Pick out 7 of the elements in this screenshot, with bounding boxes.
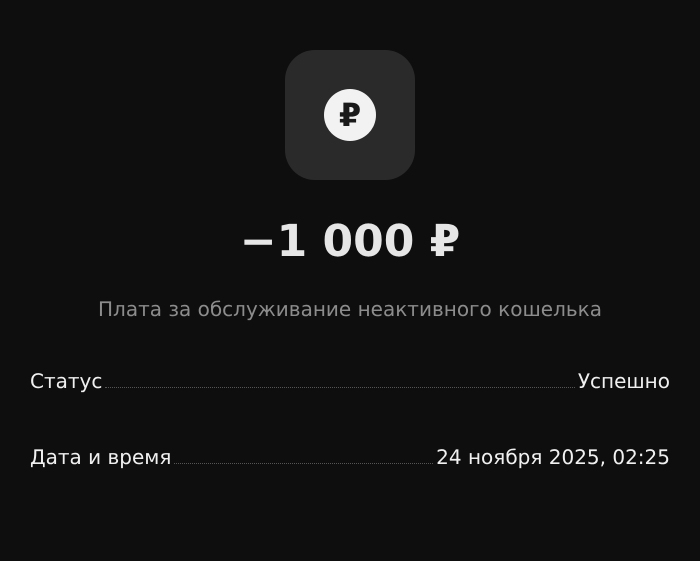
amount: −1 000 ₽ [240, 216, 460, 268]
ruble-coin-icon: ₽ [324, 89, 376, 141]
detail-value: 24 ноября 2025, 02:25 [436, 444, 670, 470]
detail-label: Статус [30, 368, 102, 394]
detail-label: Дата и время [30, 444, 172, 470]
description: Плата за обслуживание неактивного кошелька [98, 296, 602, 322]
detail-value: Успешно [578, 368, 670, 394]
